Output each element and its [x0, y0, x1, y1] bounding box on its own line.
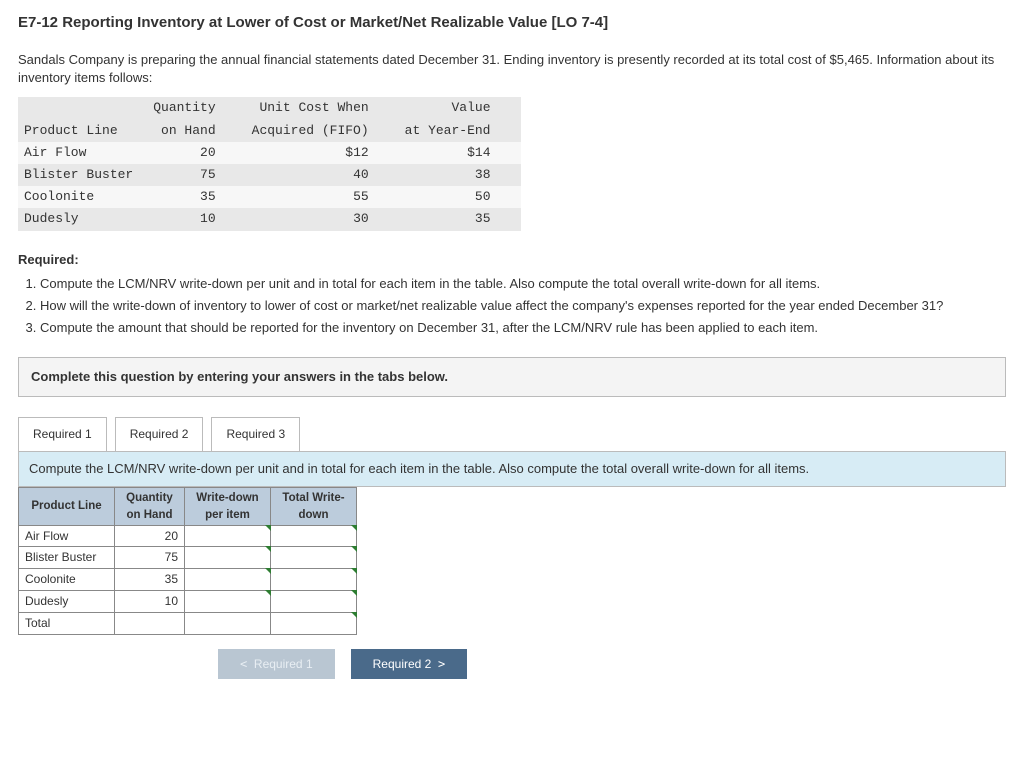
table-row: Air Flow 20 [19, 525, 357, 547]
tab-required-1[interactable]: Required 1 [18, 417, 107, 451]
next-button[interactable]: Required 2 > [351, 649, 468, 679]
required-label: Required: [18, 251, 1006, 269]
ans-hdr-product: Product Line [19, 488, 115, 525]
total-writedown-input[interactable] [271, 547, 357, 569]
ans-hdr-wpu: Write-downper item [185, 488, 271, 525]
writedown-per-item-input[interactable] [185, 569, 271, 591]
table-row: Dudesly 10 [19, 591, 357, 613]
tab-required-3[interactable]: Required 3 [211, 417, 300, 451]
hdr-val-top: Value [399, 97, 521, 119]
chevron-right-icon: > [438, 657, 445, 671]
nav-row: < Required 1 Required 2 > [218, 649, 1006, 679]
table-row: Dudesly 10 30 35 [18, 208, 521, 230]
tabs: Required 1 Required 2 Required 3 [18, 417, 1006, 451]
page-title: E7-12 Reporting Inventory at Lower of Co… [18, 12, 1006, 33]
cell-marker-icon [351, 568, 357, 574]
hdr-qty-top: Quantity [147, 97, 245, 119]
table-row: Coolonite 35 [19, 569, 357, 591]
ans-hdr-twd: Total Write-down [271, 488, 357, 525]
hdr-qty-bot: on Hand [147, 120, 245, 142]
writedown-per-item-input[interactable] [185, 525, 271, 547]
table-row: Air Flow 20 $12 $14 [18, 142, 521, 164]
total-writedown-input[interactable] [271, 591, 357, 613]
requirement-item: How will the write-down of inventory to … [40, 297, 1006, 315]
table-row: Total [19, 612, 357, 634]
hdr-product: Product Line [18, 120, 147, 142]
info-table: Quantity Unit Cost When Value Product Li… [18, 97, 521, 230]
total-writedown-input[interactable] [271, 612, 357, 634]
requirements-list: Compute the LCM/NRV write-down per unit … [18, 275, 1006, 338]
table-row: Coolonite 35 55 50 [18, 186, 521, 208]
hdr-cost-bot: Acquired (FIFO) [246, 120, 399, 142]
tab-prompt: Compute the LCM/NRV write-down per unit … [18, 451, 1006, 487]
writedown-per-item-input[interactable] [185, 547, 271, 569]
cell-marker-icon [351, 612, 357, 618]
table-row: Blister Buster 75 40 38 [18, 164, 521, 186]
ans-hdr-qty: Quantityon Hand [115, 488, 185, 525]
cell-marker-icon [351, 525, 357, 531]
total-writedown-input[interactable] [271, 569, 357, 591]
writedown-per-item-input[interactable] [185, 591, 271, 613]
requirement-item: Compute the LCM/NRV write-down per unit … [40, 275, 1006, 293]
writedown-per-item-input[interactable] [185, 612, 271, 634]
hdr-val-bot: at Year-End [399, 120, 521, 142]
prev-button[interactable]: < Required 1 [218, 649, 335, 679]
cell-marker-icon [351, 546, 357, 552]
total-writedown-input[interactable] [271, 525, 357, 547]
table-row: Blister Buster 75 [19, 547, 357, 569]
tab-required-2[interactable]: Required 2 [115, 417, 204, 451]
answer-table: Product Line Quantityon Hand Write-downp… [18, 487, 357, 634]
complete-instruction: Complete this question by entering your … [18, 357, 1006, 397]
chevron-left-icon: < [240, 657, 247, 671]
cell-marker-icon [351, 590, 357, 596]
intro-text: Sandals Company is preparing the annual … [18, 51, 1006, 87]
requirement-item: Compute the amount that should be report… [40, 319, 1006, 337]
hdr-cost-top: Unit Cost When [246, 97, 399, 119]
